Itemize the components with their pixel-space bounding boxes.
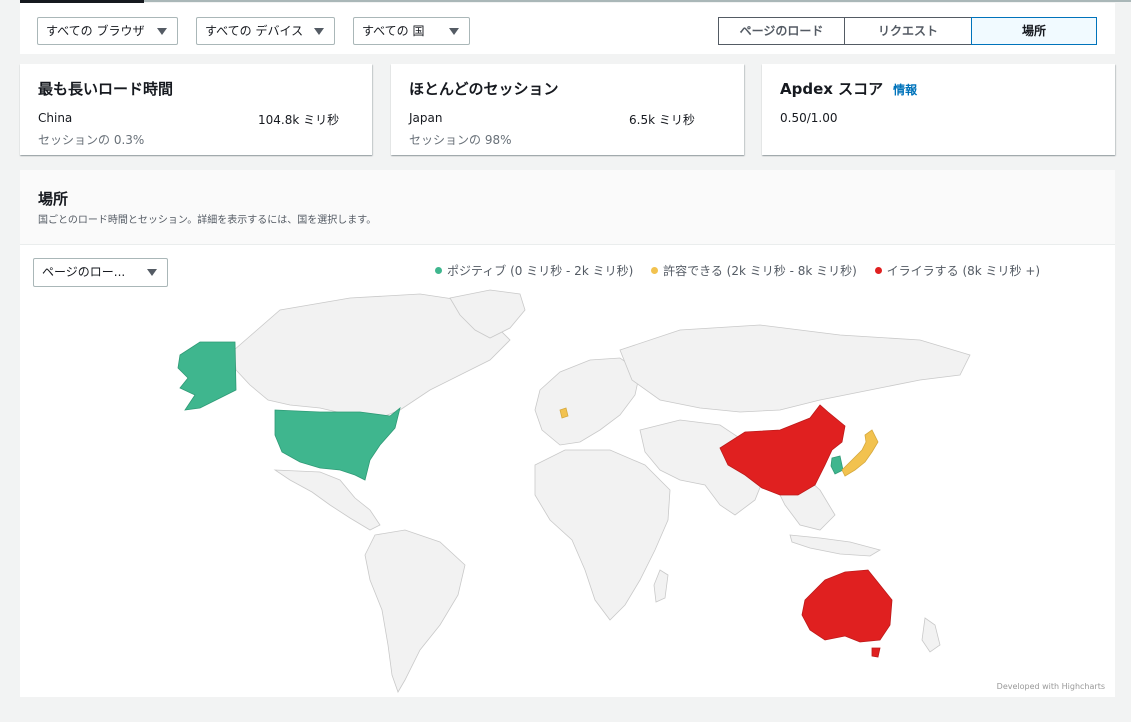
country-australia[interactable] <box>801 569 893 643</box>
country-south-korea[interactable] <box>830 455 844 475</box>
caret-down-icon <box>449 28 459 35</box>
section-description: 国ごとのロード時間とセッション。詳細を表示するには、国を選択します。 <box>38 215 377 226</box>
legend-item-frustrating[interactable]: イライラする (8k ミリ秒 +) <box>874 264 1041 278</box>
country-filter-dropdown[interactable]: すべての 国 <box>353 17 470 45</box>
map-legend: ポジティブ (0 ミリ秒 - 2k ミリ秒) 許容できる (2k ミリ秒 - 8… <box>435 262 1054 279</box>
legend-label: イライラする (8k ミリ秒 +) <box>886 264 1041 278</box>
legend-dot <box>874 267 882 274</box>
card-title: Apdex スコア 情報 <box>780 78 917 99</box>
legend-label: 許容できる (2k ミリ秒 - 8k ミリ秒) <box>663 264 857 278</box>
top-tab-underline <box>20 0 1131 3</box>
highcharts-credit[interactable]: Developed with Highcharts <box>997 682 1105 691</box>
card-share: セッションの 0.3% <box>38 133 145 147</box>
caret-down-icon <box>157 28 167 35</box>
tab-requests[interactable]: リクエスト <box>844 17 972 45</box>
card-country: China <box>38 111 73 125</box>
longest-load-card: 最も長いロード時間 China 104.8k ミリ秒 セッションの 0.3% <box>20 64 372 155</box>
filter-bar: すべての ブラウザ すべての デバイス すべての 国 ページのロード リクエスト… <box>20 3 1115 54</box>
legend-label: ポジティブ (0 ミリ秒 - 2k ミリ秒) <box>447 264 634 278</box>
browser-filter-dropdown[interactable]: すべての ブラウザ <box>37 17 178 45</box>
most-sessions-card: ほとんどのセッション Japan 6.5k ミリ秒 セッションの 98% <box>391 64 744 155</box>
country-russia[interactable] <box>619 324 971 413</box>
card-title: 最も長いロード時間 <box>38 80 174 98</box>
card-value: 104.8k ミリ秒 <box>258 113 340 127</box>
legend-dot <box>651 267 659 274</box>
continent-africa[interactable] <box>534 449 671 621</box>
device-filter-dropdown[interactable]: すべての デバイス <box>196 17 335 45</box>
legend-item-acceptable[interactable]: 許容できる (2k ミリ秒 - 8k ミリ秒) <box>651 264 857 278</box>
apdex-title: Apdex スコア <box>780 80 884 98</box>
section-title: 場所 <box>38 190 69 208</box>
apdex-card: Apdex スコア 情報 0.50/1.00 <box>762 64 1115 155</box>
legend-dot <box>435 267 442 274</box>
country-new-zealand[interactable] <box>921 617 941 653</box>
apdex-value: 0.50/1.00 <box>780 111 838 125</box>
location-panel: 場所 国ごとのロード時間とセッション。詳細を表示するには、国を選択します。 ペー… <box>20 170 1115 697</box>
country-united-states[interactable] <box>274 406 401 481</box>
card-title: ほとんどのセッション <box>409 80 559 98</box>
tab-location[interactable]: 場所 <box>971 17 1097 45</box>
country-filter-label: すべての 国 <box>362 24 425 38</box>
continent-south-america[interactable] <box>364 529 466 693</box>
card-value: 6.5k ミリ秒 <box>629 113 695 127</box>
page-footer-spacer <box>20 697 1115 722</box>
country-tasmania[interactable] <box>871 647 881 658</box>
world-map <box>177 289 971 693</box>
legend-item-positive[interactable]: ポジティブ (0 ミリ秒 - 2k ミリ秒) <box>435 264 633 278</box>
metric-select-label: ページのロー... <box>42 265 126 279</box>
continent-europe[interactable] <box>534 357 641 446</box>
device-filter-label: すべての デバイス <box>205 24 304 38</box>
card-country: Japan <box>409 111 443 125</box>
country-alaska[interactable] <box>177 341 237 411</box>
country-japan[interactable] <box>841 429 879 477</box>
location-header: 場所 国ごとのロード時間とセッション。詳細を表示するには、国を選択します。 <box>20 170 1115 245</box>
caret-down-icon <box>147 269 157 276</box>
card-share: セッションの 98% <box>409 133 512 147</box>
country-madagascar[interactable] <box>653 569 669 603</box>
country-indonesia[interactable] <box>789 534 882 557</box>
browser-filter-label: すべての ブラウザ <box>46 24 145 38</box>
tab-page-load[interactable]: ページのロード <box>718 17 845 45</box>
caret-down-icon <box>314 28 324 35</box>
info-link[interactable]: 情報 <box>893 83 917 97</box>
